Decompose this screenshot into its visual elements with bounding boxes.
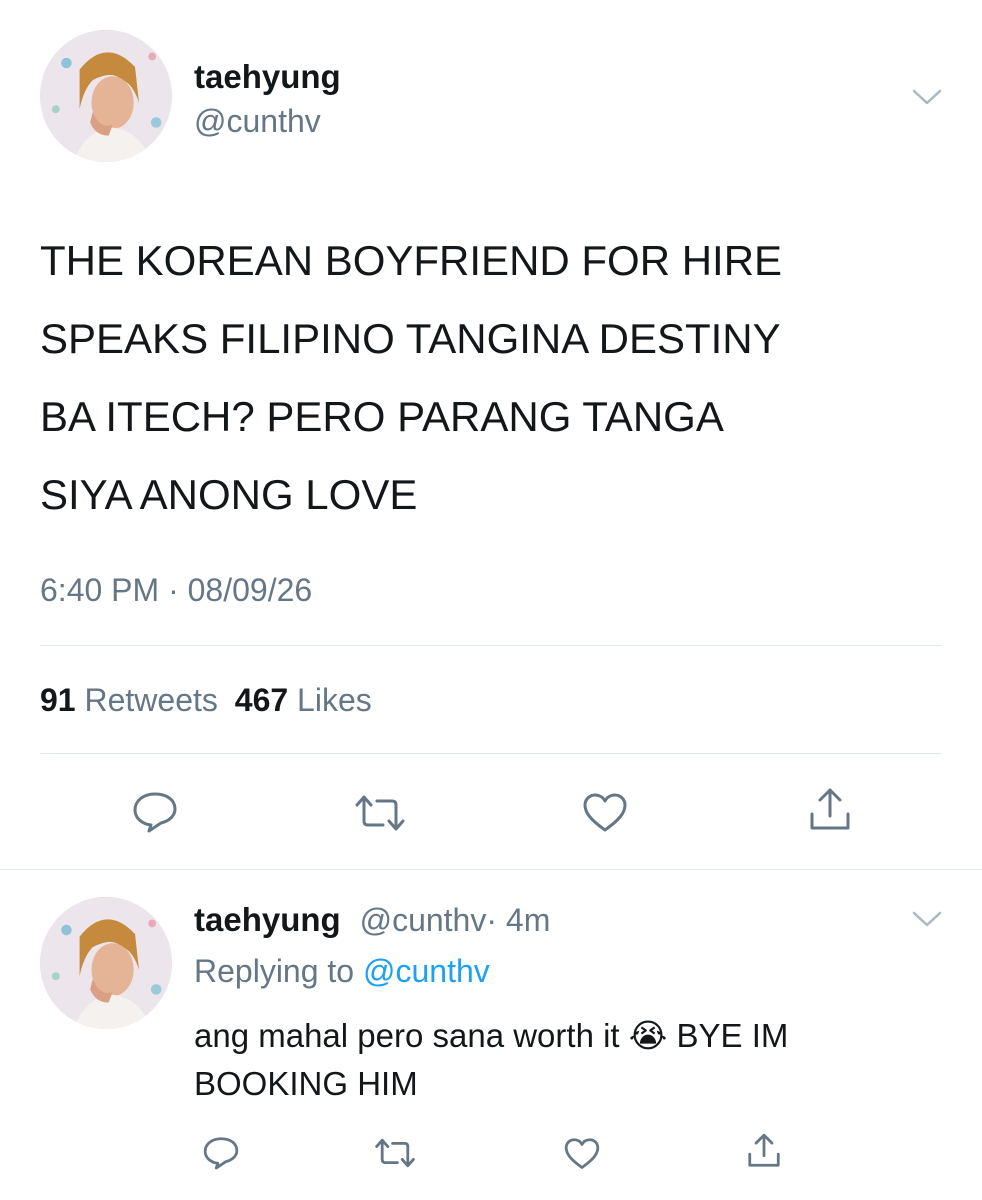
likes-count: 467 (234, 682, 289, 718)
retweets-label: Retweets (84, 682, 218, 718)
reply-handle[interactable]: @cunthv (360, 902, 487, 938)
replying-to-handle[interactable]: @cunthv (363, 953, 490, 989)
tweet-text-line: SPEAKS FILIPINO TANGINA DESTINY (40, 315, 781, 362)
tweet-text-line: SIYA ANONG LOVE (40, 471, 418, 518)
display-name[interactable]: taehyung (194, 58, 341, 96)
retweets-count: 91 (40, 682, 76, 718)
tweet-timestamp[interactable]: 6:40 PM · 08/09/26 (40, 572, 312, 609)
reply-text: ang mahal pero sana worth it 😭 BYE IM BO… (194, 1012, 788, 1108)
share-icon[interactable] (806, 786, 854, 834)
chevron-down-icon[interactable] (912, 910, 942, 928)
crying-emoji-icon: 😭 (628, 1016, 668, 1055)
reply-header: taehyung @cunthv· 4m (194, 901, 550, 939)
likes-label: Likes (297, 682, 372, 718)
replying-to-label: Replying to (194, 953, 355, 989)
reply-display-name[interactable]: taehyung (194, 901, 341, 938)
reply-avatar[interactable] (40, 897, 172, 1029)
likes-stat[interactable]: 467 Likes (235, 682, 372, 718)
like-icon[interactable] (581, 792, 629, 834)
divider (40, 645, 942, 646)
reply-icon[interactable] (131, 790, 179, 834)
reply-text-part: BYE IM (676, 1017, 789, 1054)
reply-text-line: BOOKING HIM (194, 1065, 418, 1102)
divider (0, 869, 982, 870)
tweet-text-line: THE KOREAN BOYFRIEND FOR HIRE (40, 237, 783, 284)
user-handle[interactable]: @cunthv (194, 103, 321, 140)
chevron-down-icon[interactable] (912, 88, 942, 106)
reply-icon[interactable] (202, 1135, 240, 1171)
tweet-stats: 91 Retweets 467 Likes (40, 682, 372, 719)
avatar[interactable] (40, 30, 172, 162)
reply-text-part: ang mahal pero sana worth it (194, 1017, 620, 1054)
like-icon[interactable] (563, 1137, 601, 1171)
retweet-icon[interactable] (353, 793, 407, 833)
reply-text-line: ang mahal pero sana worth it 😭 BYE IM (194, 1012, 788, 1060)
retweet-icon[interactable] (373, 1137, 417, 1169)
divider (40, 753, 942, 754)
reply-time[interactable]: · 4m (486, 902, 550, 938)
retweets-stat[interactable]: 91 Retweets (40, 682, 227, 718)
tweet-text: THE KOREAN BOYFRIEND FOR HIRE SPEAKS FIL… (40, 222, 782, 534)
tweet-text-line: BA ITECH? PERO PARANG TANGA (40, 393, 724, 440)
replying-to: Replying to @cunthv (194, 953, 490, 990)
share-icon[interactable] (745, 1132, 783, 1170)
